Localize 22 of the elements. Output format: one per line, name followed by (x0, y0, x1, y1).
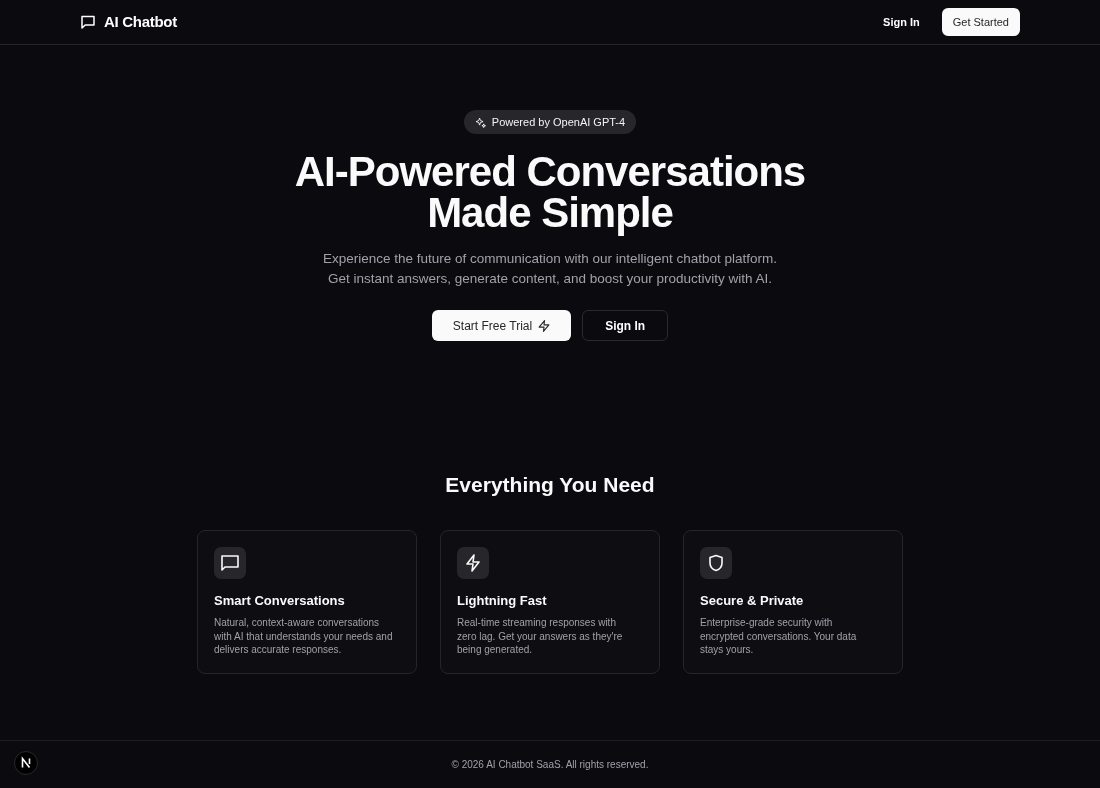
lightning-icon (538, 319, 551, 332)
chat-bubble-icon (214, 547, 246, 579)
feature-description: Natural, context-aware conversations with AI that understands your needs and delivers accurate responses. (214, 616, 394, 657)
feature-title: Lightning Fast (457, 592, 548, 610)
copyright-text: © 2026 AI Chatbot SaaS. All rights reserved. (451, 758, 649, 772)
powered-by-badge: Powered by OpenAI GPT-4 (463, 110, 637, 134)
brand-name[interactable]: AI Chatbot (104, 10, 177, 34)
letter-n-icon[interactable] (14, 751, 38, 775)
sparkle-icon (474, 116, 486, 128)
sign-in-button[interactable]: Sign In (582, 310, 669, 341)
feature-title: Secure & Private (700, 592, 805, 610)
feature-title: Smart Conversations (214, 592, 346, 610)
get-started-button[interactable]: Get Started (941, 8, 1020, 36)
shield-icon (700, 547, 732, 579)
lightning-icon (457, 547, 489, 579)
start-trial-button[interactable]: Start Free Trial (431, 310, 572, 341)
hero-subtitle: Experience the future of communication with our intelligent chatbot platform. Get instant answers, generate content, and boost your productivity with AI. (323, 250, 777, 288)
section-heading: Everything You Need (445, 472, 655, 498)
feature-description: Enterprise-grade security with encrypted conversations. Your data stays yours. (700, 616, 858, 657)
feature-description: Real-time streaming responses with zero lag. Get your answers as they're being generated. (457, 616, 624, 657)
sign-in-link[interactable]: Sign In (883, 9, 920, 35)
chat-bubble-icon (80, 14, 96, 30)
